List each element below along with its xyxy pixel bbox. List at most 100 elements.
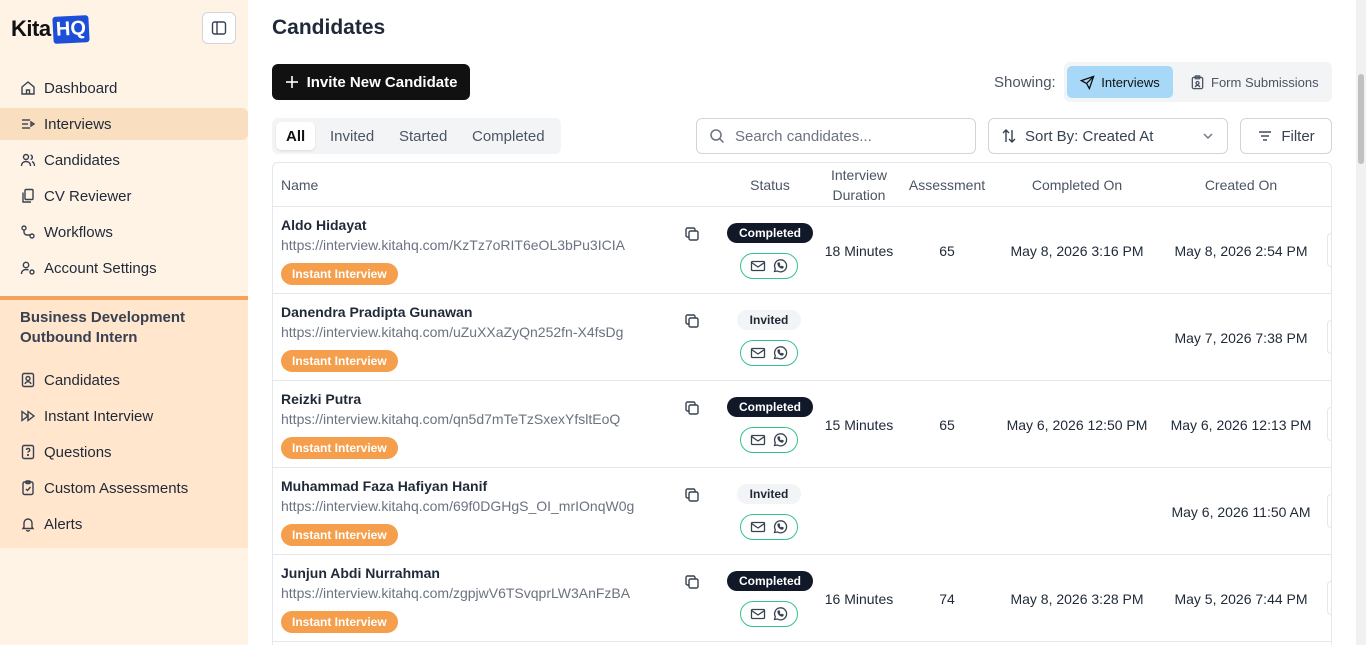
- sidebar-item-label: Candidates: [44, 151, 120, 169]
- sidebar-item-label: Alerts: [44, 515, 83, 533]
- sidebar-item-questions[interactable]: Questions: [0, 436, 248, 468]
- whatsapp-icon[interactable]: [772, 519, 788, 535]
- whatsapp-icon[interactable]: [772, 258, 788, 274]
- copy-icon[interactable]: [683, 486, 701, 504]
- tab-started[interactable]: Started: [389, 122, 457, 150]
- sidebar-item-candidates[interactable]: Candidates: [0, 144, 248, 176]
- sidebar-item-custom-assessments[interactable]: Custom Assessments: [0, 472, 248, 504]
- mail-icon[interactable]: [750, 432, 766, 448]
- tab-all[interactable]: All: [276, 122, 316, 150]
- interview-link[interactable]: https://interview.kitahq.com/69f0DGHgS_O…: [281, 498, 634, 514]
- mail-icon[interactable]: [750, 345, 766, 361]
- view-switch: Interviews Form Submissions: [1064, 62, 1332, 102]
- sidebar-item-label: Dashboard: [44, 79, 118, 97]
- created-on-cell: May 6, 2026 12:13 PM: [1170, 416, 1312, 433]
- workflow-icon: [20, 224, 36, 240]
- kitahq-logo[interactable]: Kita HQ: [11, 12, 90, 46]
- interview-link[interactable]: https://interview.kitahq.com/KzTz7oRIT6e…: [281, 237, 625, 253]
- created-on-cell: May 8, 2026 2:54 PM: [1174, 242, 1308, 259]
- candidate-name: Reizki Putra: [281, 391, 362, 407]
- created-on-cell: May 6, 2026 11:50 AM: [1171, 503, 1311, 520]
- filter-button[interactable]: Filter: [1240, 118, 1332, 154]
- invite-new-candidate-button[interactable]: Invite New Candidate: [272, 64, 470, 100]
- view-interviews-button[interactable]: Interviews: [1067, 66, 1173, 98]
- completed-on-cell: [995, 294, 1159, 381]
- send-icon: [1080, 74, 1095, 90]
- tab-completed[interactable]: Completed: [462, 122, 555, 150]
- interview-link[interactable]: https://interview.kitahq.com/uZuXXaZyQn2…: [281, 324, 623, 340]
- column-header-name: Name: [281, 177, 319, 193]
- table-row[interactable]: Muhammad Faza Hafiyan Hanif https://inte…: [273, 468, 1331, 555]
- row-action-button[interactable]: [1327, 233, 1331, 267]
- home-icon: [20, 80, 36, 96]
- sidebar-item-label: Custom Assessments: [44, 479, 189, 497]
- status-tabs: All Invited Started Completed: [272, 118, 561, 154]
- sidebar-item-instant-interview[interactable]: Instant Interview: [0, 400, 248, 432]
- duration-cell: 16 Minutes: [824, 590, 894, 607]
- whatsapp-icon[interactable]: [772, 432, 788, 448]
- id-card-icon: [20, 372, 36, 388]
- view-forms-label: Form Submissions: [1211, 74, 1319, 90]
- search-input[interactable]: [735, 127, 955, 145]
- fast-forward-icon: [20, 408, 36, 424]
- contact-buttons: [740, 601, 798, 627]
- view-form-submissions-button[interactable]: Form Submissions: [1182, 66, 1327, 98]
- mail-icon[interactable]: [750, 258, 766, 274]
- sidebar-item-label: Account Settings: [44, 259, 157, 277]
- copy-icon[interactable]: [683, 573, 701, 591]
- completed-on-cell: May 6, 2026 12:50 PM: [1006, 416, 1148, 433]
- sidebar-item-workflows[interactable]: Workflows: [0, 216, 248, 248]
- column-header-created-on: Created On: [1204, 177, 1278, 193]
- assessment-cell: [901, 294, 993, 381]
- table-row[interactable]: Junjun Abdi Nurrahman https://interview.…: [273, 555, 1331, 642]
- table-row[interactable]: Danendra Pradipta Gunawan https://interv…: [273, 294, 1331, 381]
- duration-cell: [821, 468, 897, 555]
- copy-icon[interactable]: [683, 225, 701, 243]
- copy-icon[interactable]: [683, 312, 701, 330]
- copy-icon[interactable]: [683, 399, 701, 417]
- tab-invited[interactable]: Invited: [320, 122, 384, 150]
- user-settings-icon: [20, 260, 36, 276]
- logo-badge: HQ: [51, 14, 90, 44]
- status-badge: Invited: [737, 484, 801, 504]
- filter-label: Filter: [1281, 127, 1315, 145]
- sidebar-item-label: CV Reviewer: [44, 187, 132, 205]
- table-row[interactable]: Reizki Putra https://interview.kitahq.co…: [273, 381, 1331, 468]
- mail-icon[interactable]: [750, 519, 766, 535]
- mail-icon[interactable]: [750, 606, 766, 622]
- row-action-button[interactable]: [1327, 320, 1331, 354]
- status-badge: Completed: [727, 397, 813, 417]
- whatsapp-icon[interactable]: [772, 606, 788, 622]
- sidebar-item-dashboard[interactable]: Dashboard: [0, 72, 248, 104]
- page-scrollbar[interactable]: [1356, 0, 1366, 645]
- sidebar-item-interviews[interactable]: Interviews: [0, 108, 248, 140]
- sidebar-item-job-candidates[interactable]: Candidates: [0, 364, 248, 396]
- showing-label: Showing:: [994, 74, 1056, 91]
- completed-on-cell: May 8, 2026 3:28 PM: [1010, 590, 1144, 607]
- column-header-completed-on: Completed On: [1031, 177, 1123, 193]
- sidebar-toggle-button[interactable]: [202, 12, 236, 44]
- sidebar-item-alerts[interactable]: Alerts: [0, 508, 248, 540]
- search-box: [696, 118, 976, 154]
- sort-dropdown[interactable]: Sort By: Created At: [988, 118, 1228, 154]
- candidate-name: Junjun Abdi Nurrahman: [281, 565, 440, 581]
- row-action-button[interactable]: [1327, 581, 1331, 615]
- sidebar-item-cv-reviewer[interactable]: CV Reviewer: [0, 180, 248, 212]
- interview-link[interactable]: https://interview.kitahq.com/zgpjwV6TSvq…: [281, 585, 630, 601]
- documents-icon: [20, 188, 36, 204]
- candidates-table: Name Status Interview Duration Assessmen…: [272, 162, 1332, 645]
- scrollbar-thumb[interactable]: [1358, 74, 1364, 164]
- duration-cell: 18 Minutes: [824, 242, 894, 259]
- table-row[interactable]: Aldo Hidayat https://interview.kitahq.co…: [273, 207, 1331, 294]
- sidebar-item-account-settings[interactable]: Account Settings: [0, 252, 248, 284]
- contact-buttons: [740, 427, 798, 453]
- sidebar-item-label: Candidates: [44, 371, 120, 389]
- row-action-button[interactable]: [1327, 494, 1331, 528]
- status-badge: Completed: [727, 223, 813, 243]
- instant-interview-badge: Instant Interview: [281, 263, 398, 285]
- row-action-button[interactable]: [1327, 407, 1331, 441]
- contact-buttons: [740, 340, 798, 366]
- interview-link[interactable]: https://interview.kitahq.com/qn5d7mTeTzS…: [281, 411, 620, 427]
- whatsapp-icon[interactable]: [772, 345, 788, 361]
- completed-on-cell: May 8, 2026 3:16 PM: [1010, 242, 1144, 259]
